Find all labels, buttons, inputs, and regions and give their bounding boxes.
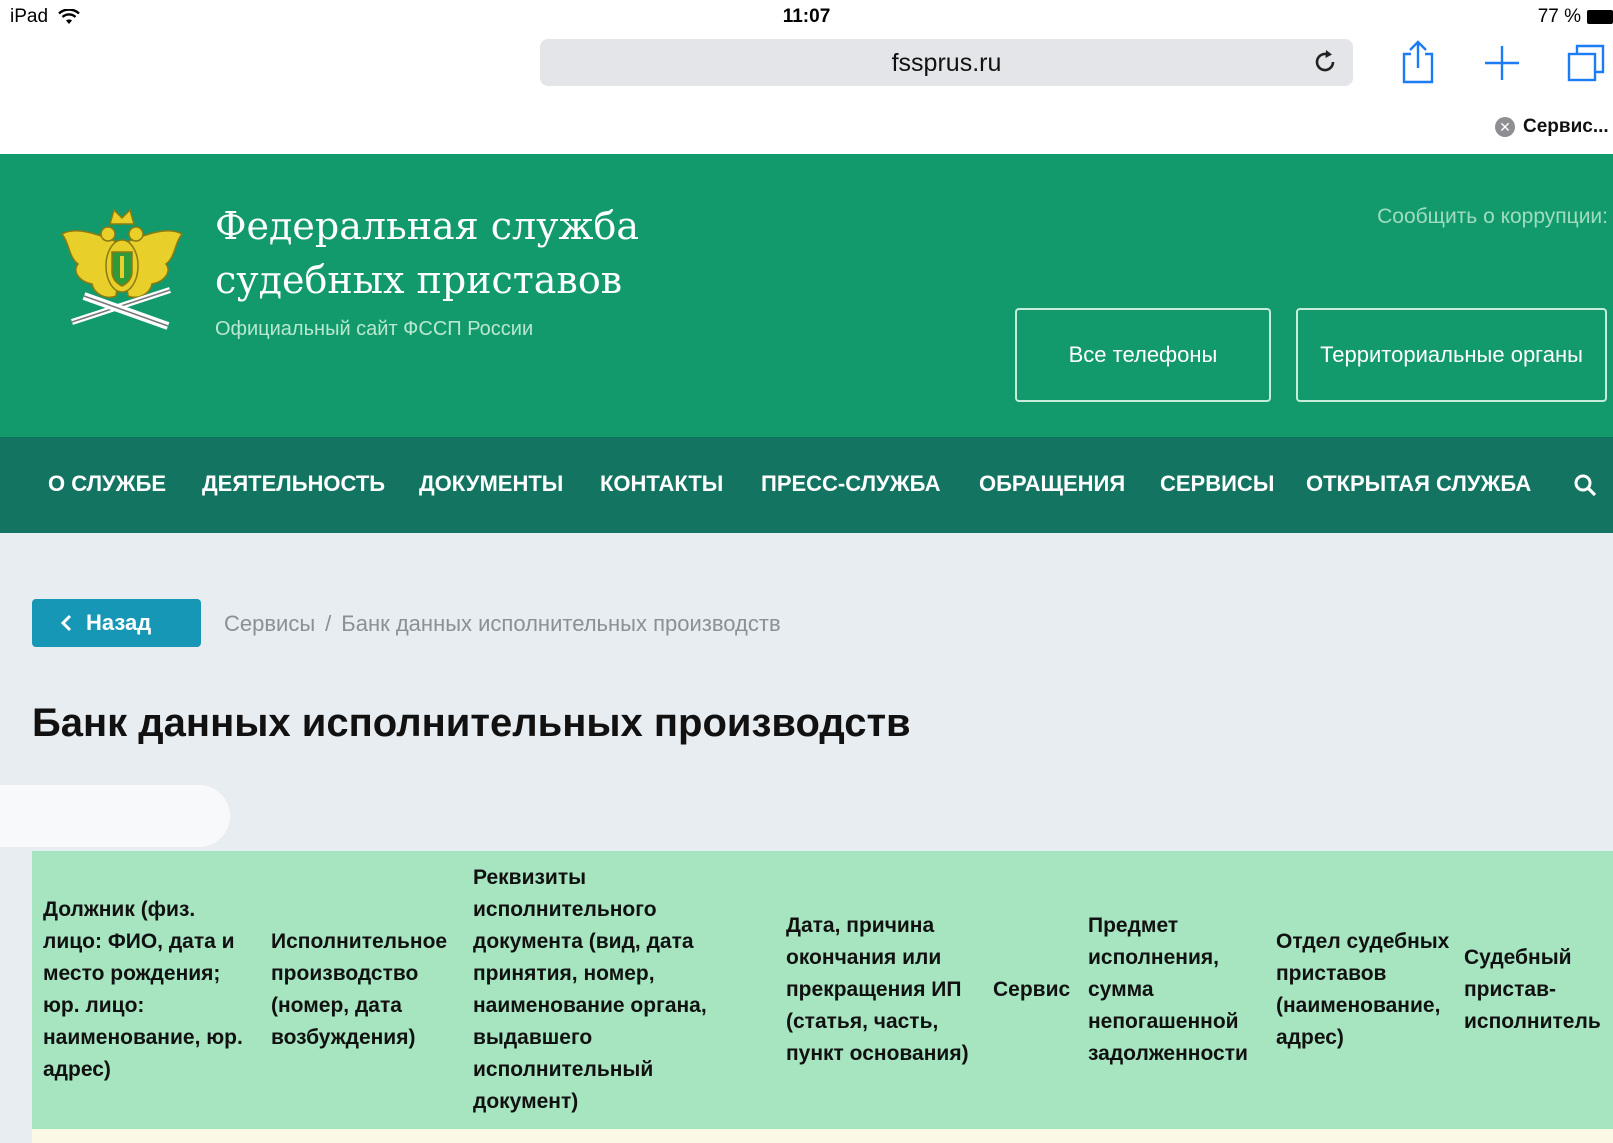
col-end-date-reason: Дата, причина окончания или прекращения … [786, 914, 969, 1065]
results-table-header: Должник (физ. лицо: ФИО, дата и место ро… [32, 851, 1613, 1129]
main-nav: О СЛУЖБЕ ДЕЯТЕЛЬНОСТЬ ДОКУМЕНТЫ КОНТАКТЫ… [0, 437, 1613, 533]
address-bar[interactable]: fssprus.ru [540, 39, 1353, 86]
nav-open-service[interactable]: ОТКРЫТАЯ СЛУЖБА [1306, 471, 1531, 497]
territorial-bodies-button[interactable]: Территориальные органы [1296, 308, 1607, 402]
site-title[interactable]: Федеральная служба судебных приставов [215, 199, 639, 307]
breadcrumb-services[interactable]: Сервисы [224, 611, 315, 636]
reload-icon[interactable] [1311, 48, 1339, 76]
all-phones-button[interactable]: Все телефоны [1015, 308, 1271, 402]
page-title: Банк данных исполнительных производств [32, 701, 911, 745]
table-first-row-edge [32, 1129, 1613, 1143]
open-tab-chip[interactable]: ✕ Сервис... [1495, 116, 1609, 138]
col-document-details: Реквизиты исполнительного документа (вид… [473, 866, 707, 1113]
back-label: Назад [86, 610, 152, 635]
nav-appeals[interactable]: ОБРАЩЕНИЯ [979, 471, 1125, 497]
back-button[interactable]: Назад [32, 599, 201, 647]
nav-services[interactable]: СЕРВИСЫ [1160, 471, 1274, 497]
clock: 11:07 [782, 6, 831, 27]
col-subject-amount: Предмет исполнения, сумма непогашенной з… [1088, 914, 1248, 1065]
col-debtor: Должник (физ. лицо: ФИО, дата и место ро… [43, 898, 243, 1081]
col-bailiff-department: Отдел судебных приставов (наименование, … [1276, 930, 1450, 1049]
nav-activity[interactable]: ДЕЯТЕЛЬНОСТЬ [202, 471, 385, 497]
nav-press[interactable]: ПРЕСС-СЛУЖБА [761, 471, 940, 497]
col-service: Сервис [993, 978, 1071, 1001]
nav-documents[interactable]: ДОКУМЕНТЫ [419, 471, 563, 497]
tab-label: Сервис... [1523, 116, 1609, 137]
fssp-emblem-logo[interactable] [58, 204, 186, 334]
share-icon[interactable] [1398, 40, 1438, 84]
close-tab-icon[interactable]: ✕ [1495, 117, 1515, 137]
search-icon[interactable] [1573, 473, 1597, 497]
report-corruption-link[interactable]: Сообщить о коррупции: [1377, 205, 1608, 229]
battery-icon [1587, 10, 1613, 24]
breadcrumb: Сервисы / Банк данных исполнительных произ… [224, 611, 781, 637]
site-subtitle: Официальный сайт ФССП России [215, 318, 534, 340]
battery-percent: 77 % [1537, 6, 1581, 27]
breadcrumb-separator: / [325, 611, 332, 636]
col-proceeding: Исполнительное производство (номер, дата… [271, 930, 448, 1049]
url-text: fssprus.ru [891, 49, 1002, 77]
site-title-line2: судебных приставов [215, 258, 623, 302]
site-title-line1: Федеральная служба [215, 204, 640, 248]
site-header: Федеральная служба судебных приставов Оф… [0, 154, 1613, 437]
breadcrumb-current: Банк данных исполнительных производств [341, 611, 781, 636]
wifi-icon [58, 9, 80, 24]
new-tab-icon[interactable] [1482, 40, 1522, 84]
status-bar: iPad 11:07 77 % [0, 0, 1613, 34]
col-bailiff: Судебный пристав-исполнитель [1464, 946, 1601, 1033]
device-label: iPad [10, 6, 49, 27]
chevron-left-icon [60, 614, 72, 632]
nav-contacts[interactable]: КОНТАКТЫ [600, 471, 723, 497]
tabs-icon[interactable] [1566, 40, 1606, 84]
nav-about[interactable]: О СЛУЖБЕ [48, 471, 166, 497]
redaction-blob [0, 785, 230, 847]
